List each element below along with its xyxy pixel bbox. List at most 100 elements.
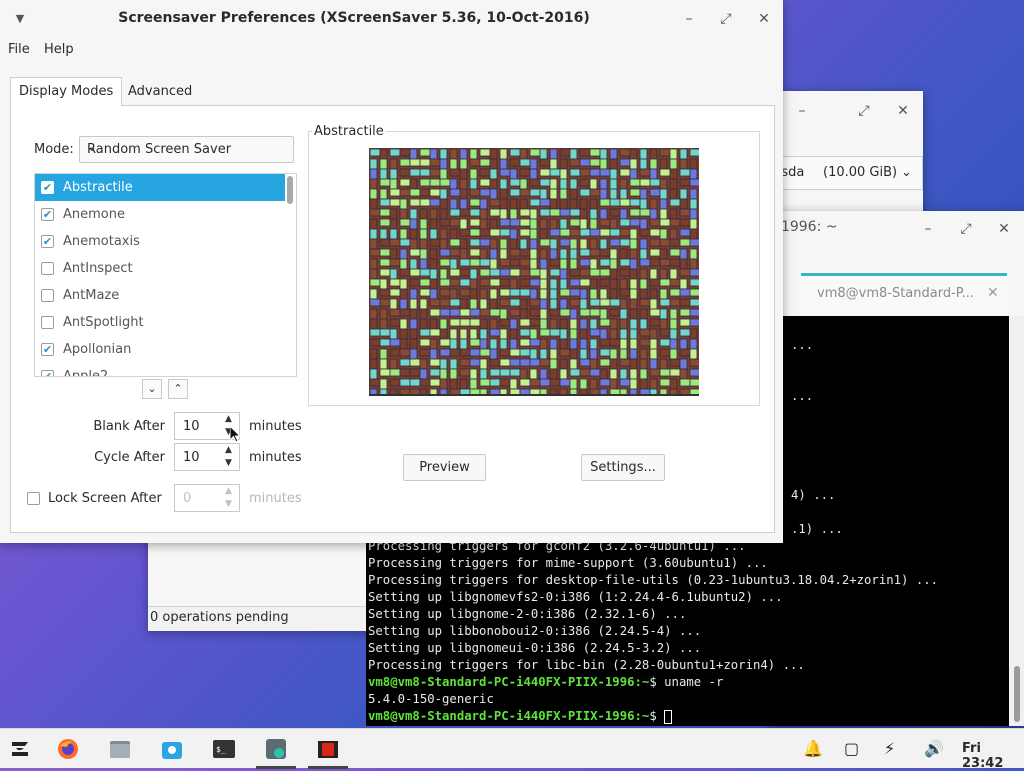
terminal-output-line: Setting up libgnomeui-0:i386 (2.24.5-3.2… [368,641,702,655]
volume-icon[interactable]: 🔊 [924,739,944,758]
maximize-icon[interactable]: ⤢ [851,98,877,124]
terminal-prompt: vm8@vm8-Standard-PC-i440FX-PIIX-1996:~ [368,675,650,689]
maximize-icon[interactable]: ⤢ [713,6,739,32]
terminal-output-line: Processing triggers for mime-support (3.… [368,556,768,570]
close-icon[interactable]: ✕ [890,98,916,124]
window-titlebar: ▼ Screensaver Preferences (XScreenSaver … [0,0,783,38]
menu-file[interactable]: File [8,42,30,57]
saver-row[interactable]: ✔ Anemone [35,201,285,228]
saver-row[interactable]: ✔ Apple2 [35,363,285,377]
terminal-output-line: 5.4.0-150-generic [368,692,494,706]
terminal-tab[interactable]: vm8@vm8-Standard-P... ✕ [801,273,1007,313]
terminal-scrollbar[interactable] [1010,316,1024,726]
software-store-icon[interactable] [160,737,184,761]
maximize-icon[interactable]: ⤢ [953,216,979,242]
blank-after-label: Blank After [93,419,165,434]
terminal-command: $ uname -r [649,675,724,689]
saver-name: AntMaze [63,288,120,303]
display-icon[interactable]: ▢ [844,739,859,758]
scrollbar-thumb[interactable] [1014,666,1020,722]
saver-row[interactable]: ✔ Apollonian [35,336,285,363]
list-scrollbar-thumb[interactable] [287,176,293,204]
saver-name: Apollonian [63,342,132,357]
menu-help[interactable]: Help [44,42,74,57]
tab-advanced[interactable]: Advanced [120,78,200,106]
saver-name: Abstractile [63,180,133,195]
clock[interactable]: Fri 23:42 [962,741,1024,771]
terminal-output-line: Setting up libgnomevfs2-0:i386 (1:2.24.4… [368,590,783,604]
preview-label: Abstractile [312,124,386,139]
chevron-down-icon: ⌄ [901,165,912,180]
chevron-down-icon: ⌄ [87,140,98,154]
abstractile-preview-pattern [369,148,699,394]
lock-after-spinner: 0 ▲ ▼ [174,484,240,512]
terminal-command-line: vm8@vm8-Standard-PC-i440FX-PIIX-1996:~$ … [368,675,723,689]
terminal-tab-label: vm8@vm8-Standard-P... [817,286,974,301]
saver-row[interactable]: AntSpotlight [35,309,285,336]
saver-checkbox[interactable] [41,316,54,329]
saver-checkbox[interactable] [41,262,54,275]
preview-image [369,148,699,396]
saver-checkbox[interactable] [41,289,54,302]
screensaver-window: ▼ Screensaver Preferences (XScreenSaver … [0,0,783,543]
close-icon[interactable]: ✕ [991,216,1017,242]
saver-list[interactable]: ✔ Abstractile ✔ Anemone ✔ Anemotaxis AntInspec… [34,173,297,377]
saver-checkbox[interactable]: ✔ [41,208,54,221]
mode-label: Mode: [34,142,74,157]
preview-button[interactable]: Preview [403,454,486,481]
svg-text:$_: $_ [216,745,226,754]
move-down-button[interactable]: ⌄ [142,379,162,399]
decrement-icon[interactable]: ▼ [225,458,232,468]
files-icon[interactable] [108,737,132,761]
minimize-icon[interactable]: – [915,216,941,242]
terminal-output-line: Processing triggers for desktop-file-uti… [368,573,939,587]
saver-checkbox[interactable]: ✔ [41,343,54,356]
increment-icon[interactable]: ▲ [225,445,232,455]
settings-button[interactable]: Settings... [581,454,665,481]
cycle-after-unit: minutes [249,450,302,465]
status-bar: 0 operations pending [148,606,368,631]
terminal-output-line: Processing triggers for libc-bin (2.28-0… [368,658,805,672]
close-icon[interactable]: ✕ [751,6,777,32]
notifications-icon[interactable]: 🔔 [803,739,823,758]
saver-row[interactable]: ✔ Abstractile [35,174,285,201]
saver-name: Anemone [63,207,125,222]
lock-screen-label: Lock Screen After [48,491,162,506]
zorin-menu-icon[interactable] [8,737,32,761]
saver-name: AntSpotlight [63,315,144,330]
saver-name: Apple2 [63,369,109,377]
terminal-output-line: ... [791,389,814,403]
terminal-icon[interactable]: $_ [212,737,236,761]
terminal-output-line: Setting up libgnome-2-0:i386 (2.32.1-6) … [368,607,687,621]
saver-row[interactable]: AntInspect [35,255,285,282]
saver-checkbox[interactable]: ✔ [41,181,54,194]
close-tab-icon[interactable]: ✕ [987,285,999,301]
move-up-button[interactable]: ⌃ [168,379,188,399]
increment-icon[interactable]: ▲ [225,414,232,424]
window-title: Screensaver Preferences (XScreenSaver 5.… [118,10,590,26]
blank-after-unit: minutes [249,419,302,434]
tab-display-modes[interactable]: Display Modes [10,77,123,106]
firefox-icon[interactable] [56,737,80,761]
saver-row[interactable]: ✔ Anemotaxis [35,228,285,255]
drive-select[interactable]: /sda (10.00 GiB) ⌄ [770,156,923,190]
mode-select[interactable]: Random Screen Saver ⌄ [79,136,294,163]
minimize-icon[interactable]: – [789,98,815,124]
lock-screen-checkbox[interactable] [27,492,40,505]
saver-checkbox[interactable]: ✔ [41,235,54,248]
terminal-prompt: vm8@vm8-Standard-PC-i440FX-PIIX-1996:~ [368,709,650,723]
decrement-icon: ▼ [225,499,232,509]
cycle-after-spinner[interactable]: 10 ▲ ▼ [174,443,240,471]
saver-name: AntInspect [63,261,133,276]
saver-row[interactable]: AntMaze [35,282,285,309]
disks-icon[interactable] [264,737,288,761]
mouse-cursor-icon [230,426,242,443]
terminal-output-line: Setting up libbonoboui2-0:i386 (2.24.5-4… [368,624,702,638]
power-icon[interactable]: ⚡ [884,739,895,758]
saver-checkbox[interactable]: ✔ [41,370,54,376]
minimize-icon[interactable]: – [676,6,702,32]
screensaver-icon[interactable] [316,737,340,761]
lock-after-value: 0 [183,491,192,506]
drive-size: (10.00 GiB) [823,165,898,180]
terminal-cursor [664,709,673,724]
